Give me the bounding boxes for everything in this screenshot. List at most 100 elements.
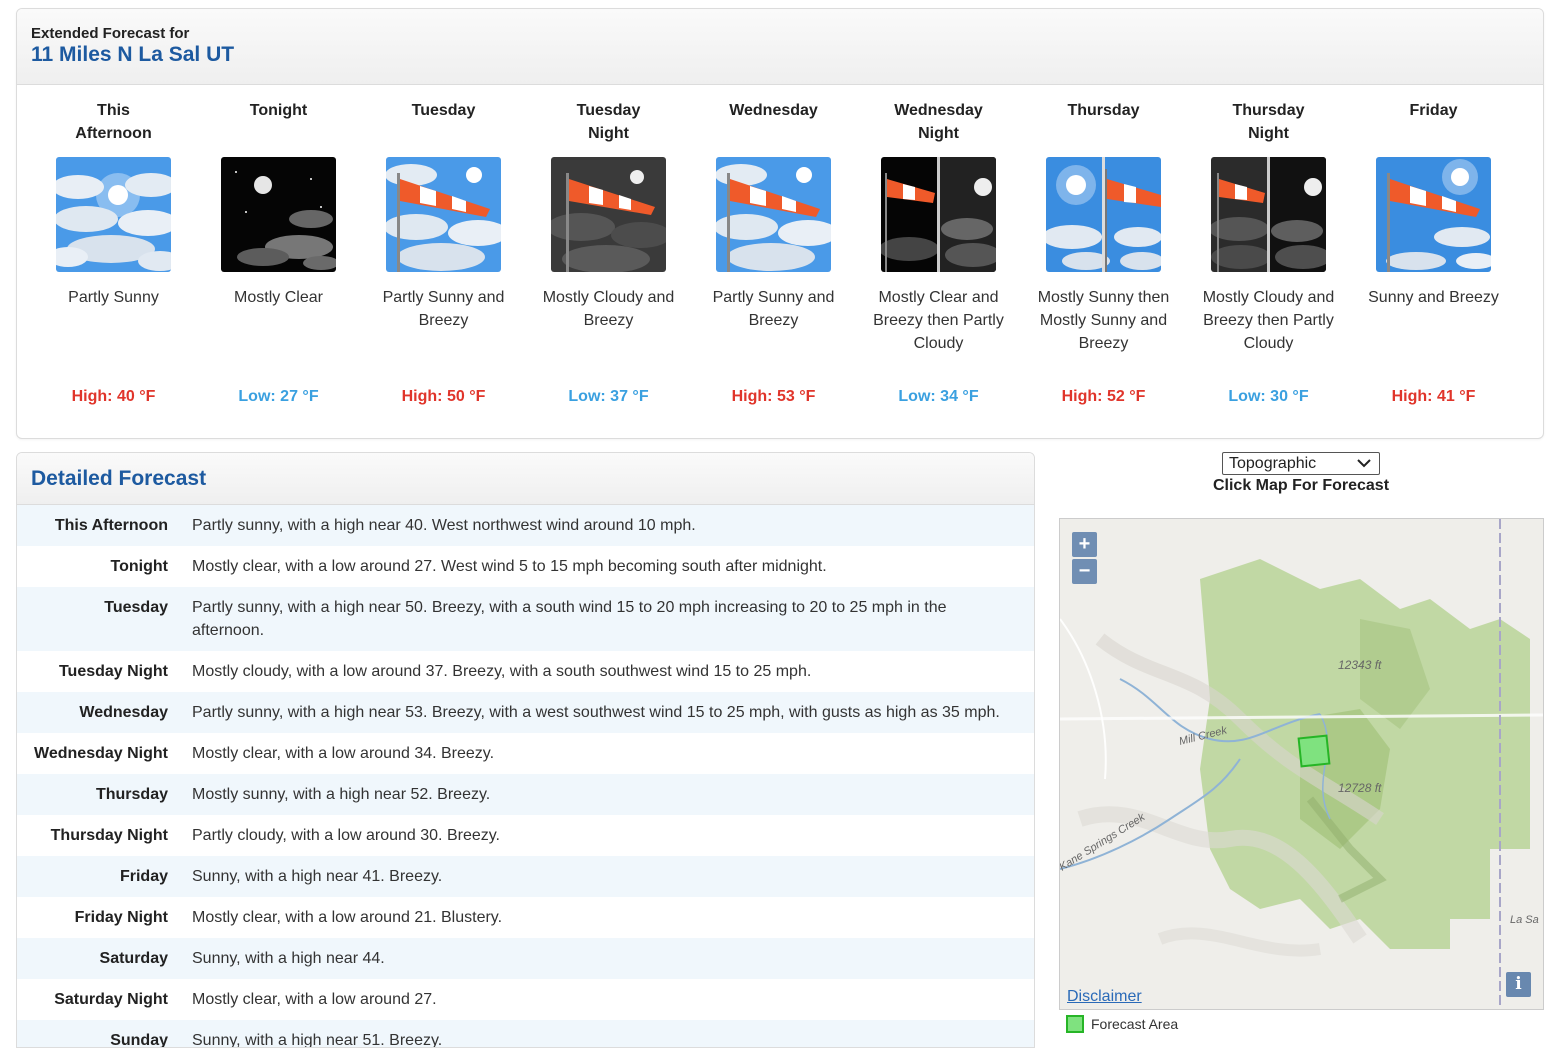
detailed-row: Tonight Mostly clear, with a low around 2… xyxy=(17,546,1034,587)
map-disclaimer-link[interactable]: Disclaimer xyxy=(1067,988,1142,1006)
topographic-map[interactable]: 12343 ft 12728 ft Mill Creek Kane Spring… xyxy=(1060,519,1544,1010)
extended-forecast-subtitle: Extended Forecast for xyxy=(31,25,190,42)
partly-sunny-icon[interactable] xyxy=(56,157,171,272)
detailed-row: Tuesday Partly sunny, with a high near 50… xyxy=(17,587,1034,651)
town-label: La Sa xyxy=(1510,914,1539,926)
detailed-forecast-list: This Afternoon Partly sunny, with a high … xyxy=(17,505,1034,1048)
period-name: Friday xyxy=(1409,102,1458,119)
detailed-row: This Afternoon Partly sunny, with a high … xyxy=(17,505,1034,546)
detailed-row: Wednesday Night Mostly clear, with a low … xyxy=(17,733,1034,774)
windy-clear-then-partly-cloudy-night-icon[interactable] xyxy=(881,157,996,272)
period-name: Tonight xyxy=(249,102,308,119)
period-short-forecast: Mostly Clear and Breezy then Partly Clou… xyxy=(873,289,1004,352)
info-icon[interactable]: i xyxy=(1506,972,1531,997)
forecast-map[interactable]: 12343 ft 12728 ft Mill Creek Kane Spring… xyxy=(1059,518,1544,1010)
detailed-forecast-header: Detailed Forecast xyxy=(17,453,1034,505)
period-name: Thursday Night xyxy=(1232,102,1305,142)
period-name: Wednesday xyxy=(729,102,818,119)
forecast-location: 11 Miles N La Sal UT xyxy=(31,43,235,66)
period-short-forecast: Partly Sunny xyxy=(68,289,159,306)
forecast-period: Tuesday Partly Sunny and Breezy High: 50… xyxy=(361,99,526,406)
forecast-period: Thursday Night Mostly Cloudy and Breezy t… xyxy=(1186,99,1351,406)
period-short-forecast: Mostly Clear xyxy=(234,289,323,306)
detailed-row-label: Tuesday Night xyxy=(58,663,168,680)
extended-forecast-header: Extended Forecast for 11 Miles N La Sal … xyxy=(17,9,1543,85)
period-short-forecast: Mostly Cloudy and Breezy then Partly Clo… xyxy=(1202,289,1335,352)
period-short-forecast: Partly Sunny and Breezy xyxy=(712,289,835,329)
zoom-in-button[interactable]: + xyxy=(1072,532,1097,557)
detailed-row-text: Sunny, with a high near 51. Breezy. xyxy=(192,1032,443,1048)
forecast-area-box xyxy=(1297,734,1331,768)
detailed-row-label: Thursday xyxy=(95,786,168,803)
detailed-row: Thursday Night Partly cloudy, with a low … xyxy=(17,815,1034,856)
chevron-down-icon xyxy=(1357,459,1371,468)
detailed-row: Sunday Sunny, with a high near 51. Breezy… xyxy=(17,1020,1034,1048)
detailed-row-label: Tuesday xyxy=(104,599,168,616)
detailed-row-text: Mostly sunny, with a high near 52. Breez… xyxy=(192,786,491,803)
detailed-row: Tuesday Night Mostly cloudy, with a low a… xyxy=(17,651,1034,692)
period-short-forecast: Sunny and Breezy xyxy=(1368,289,1499,306)
mostly-sunny-then-windy-icon[interactable] xyxy=(1046,157,1161,272)
map-layer-control: Topographic xyxy=(1222,452,1380,475)
forecast-period: Wednesday Night Mostly Clear and Breezy t… xyxy=(856,99,1021,406)
map-layer-selected: Topographic xyxy=(1229,455,1317,472)
forecast-period: Tuesday Night Mostly Cloudy and Breezy Lo… xyxy=(526,99,691,406)
detailed-row: Thursday Mostly sunny, with a high near 5… xyxy=(17,774,1034,815)
period-temperature: High: 41 °F xyxy=(1391,388,1476,405)
forecast-period: Thursday Mostly Sunny then Mostly Sunny … xyxy=(1021,99,1186,406)
map-legend: Forecast Area xyxy=(1066,1015,1178,1033)
windy-partly-sunny-icon[interactable] xyxy=(716,157,831,272)
period-temperature: Low: 30 °F xyxy=(1228,388,1309,405)
detailed-forecast-title: Detailed Forecast xyxy=(31,467,207,490)
detailed-row-label: Friday Night xyxy=(74,909,168,926)
period-name: Tuesday xyxy=(411,102,476,119)
period-name: Tuesday Night xyxy=(576,102,641,142)
detailed-row-text: Sunny, with a high near 44. xyxy=(192,950,385,967)
detailed-row: Saturday Night Mostly clear, with a low a… xyxy=(17,979,1034,1020)
detailed-row-label: Friday xyxy=(119,868,168,885)
detailed-row-label: Saturday Night xyxy=(54,991,168,1008)
detailed-row: Friday Night Mostly clear, with a low aro… xyxy=(17,897,1034,938)
detailed-row-label: Sunday xyxy=(110,1032,168,1048)
period-temperature: High: 52 °F xyxy=(1061,388,1146,405)
forecast-area-swatch xyxy=(1066,1015,1084,1033)
windy-partly-sunny-icon[interactable] xyxy=(386,157,501,272)
zoom-out-button[interactable]: − xyxy=(1072,559,1097,584)
windy-cloudy-then-partly-cloudy-night-icon[interactable] xyxy=(1211,157,1326,272)
period-temperature: High: 50 °F xyxy=(401,388,486,405)
detailed-row-label: Tonight xyxy=(110,558,168,575)
peak-label: 12343 ft xyxy=(1338,658,1382,672)
detailed-row-text: Mostly cloudy, with a low around 37. Bre… xyxy=(192,663,812,680)
detailed-row: Friday Sunny, with a high near 41. Breezy… xyxy=(17,856,1034,897)
detailed-row-label: Saturday xyxy=(99,950,168,967)
map-hint: Click Map For Forecast xyxy=(1212,477,1390,494)
windy-sunny-icon[interactable] xyxy=(1376,157,1491,272)
period-temperature: High: 40 °F xyxy=(71,388,156,405)
windy-mostly-cloudy-night-icon[interactable] xyxy=(551,157,666,272)
detailed-row-text: Mostly clear, with a low around 34. Bree… xyxy=(192,745,495,762)
forecast-period: Wednesday Partly Sunny and Breezy High: … xyxy=(691,99,856,406)
period-temperature: Low: 34 °F xyxy=(898,388,979,405)
period-short-forecast: Mostly Cloudy and Breezy xyxy=(542,289,675,329)
period-temperature: High: 53 °F xyxy=(731,388,816,405)
period-short-forecast: Partly Sunny and Breezy xyxy=(382,289,505,329)
period-temperature: Low: 37 °F xyxy=(568,388,649,405)
detailed-forecast-panel: Detailed Forecast This Afternoon Partly s… xyxy=(16,452,1035,1048)
period-name: This Afternoon xyxy=(75,102,152,142)
mostly-clear-night-icon[interactable] xyxy=(221,157,336,272)
detailed-row-text: Mostly clear, with a low around 27. xyxy=(192,991,437,1008)
detailed-row-label: This Afternoon xyxy=(54,517,168,534)
period-temperature: Low: 27 °F xyxy=(238,388,319,405)
period-short-forecast: Mostly Sunny then Mostly Sunny and Breez… xyxy=(1037,289,1170,352)
map-layer-select[interactable]: Topographic xyxy=(1222,452,1380,475)
forecast-periods: This Afternoon Partly Sunny High: 40 °F T… xyxy=(17,99,1543,429)
detailed-row-label: Wednesday Night xyxy=(34,745,168,762)
forecast-period: This Afternoon Partly Sunny High: 40 °F xyxy=(31,99,196,406)
detailed-row-text: Mostly clear, with a low around 27. West… xyxy=(192,558,827,575)
extended-forecast-panel: Extended Forecast for 11 Miles N La Sal … xyxy=(16,8,1544,439)
detailed-row-text: Mostly clear, with a low around 21. Blus… xyxy=(192,909,503,926)
detailed-row-label: Thursday Night xyxy=(50,827,168,844)
forecast-period: Friday Sunny and Breezy High: 41 °F xyxy=(1351,99,1516,406)
detailed-row-text: Sunny, with a high near 41. Breezy. xyxy=(192,868,443,885)
period-name: Wednesday Night xyxy=(894,102,983,142)
